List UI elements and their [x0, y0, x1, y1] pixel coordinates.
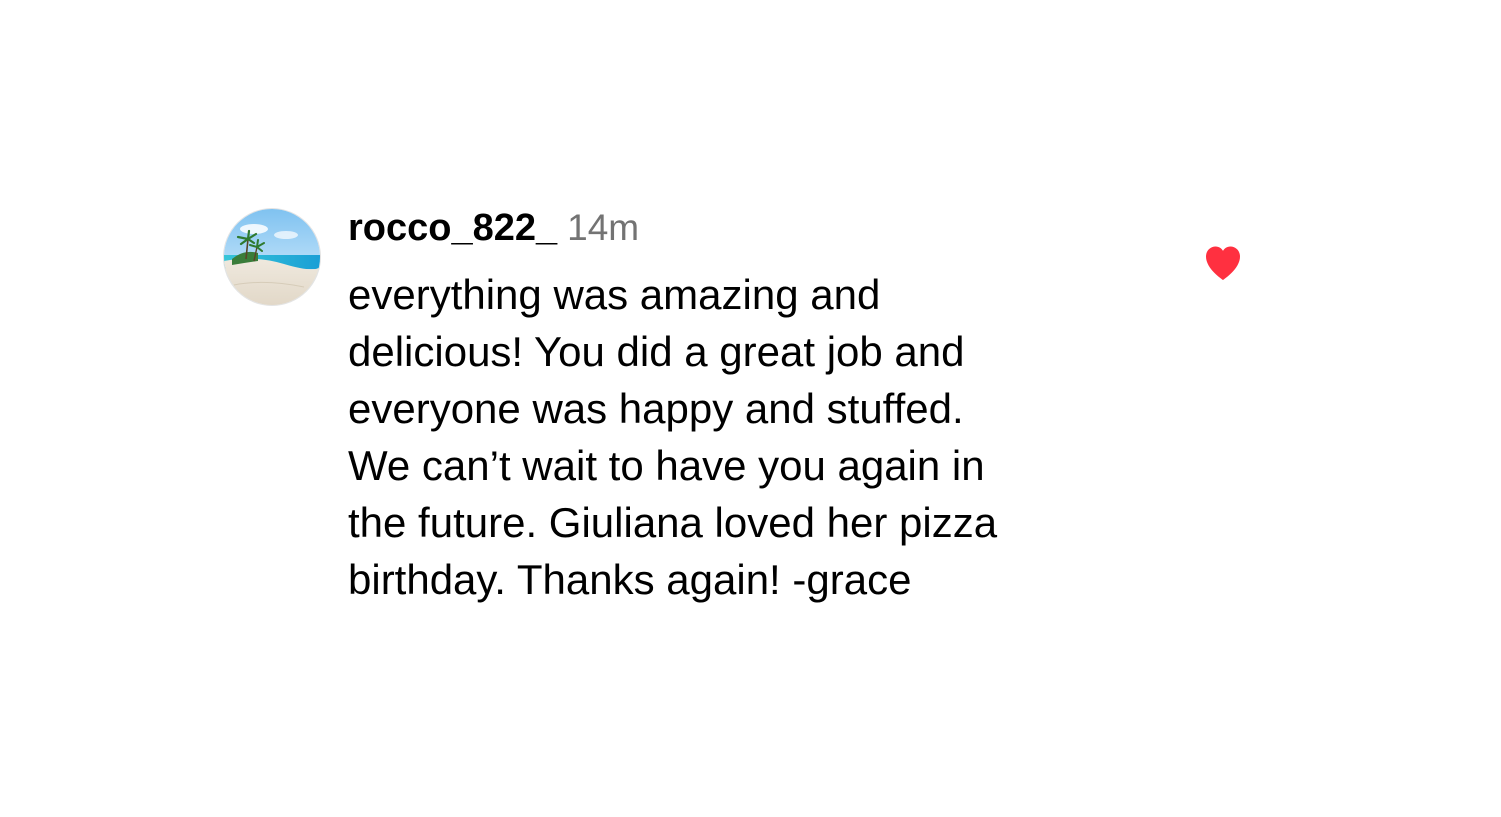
- comment-text-line: everything was amazing and: [348, 271, 881, 318]
- heart-filled-icon: [1206, 246, 1240, 280]
- comment: rocco_822_ 14m everything was amazing an…: [0, 0, 1501, 817]
- comment-text: everything was amazing and delicious! Yo…: [348, 266, 1138, 608]
- beach-avatar-icon: [224, 209, 320, 305]
- comment-text-line: delicious! You did a great job and: [348, 328, 965, 375]
- timestamp: 14m: [567, 207, 640, 248]
- comment-text-line: the future. Giuliana loved her pizza: [348, 499, 998, 546]
- username[interactable]: rocco_822_: [348, 207, 557, 250]
- comment-text-line: birthday. Thanks again! -grace: [348, 556, 912, 603]
- comment-header: rocco_822_ 14m: [348, 207, 639, 257]
- comment-text-line: everyone was happy and stuffed.: [348, 385, 964, 432]
- avatar[interactable]: [224, 209, 320, 305]
- like-button[interactable]: [1203, 244, 1243, 282]
- comment-text-line: We can’t wait to have you again in: [348, 442, 985, 489]
